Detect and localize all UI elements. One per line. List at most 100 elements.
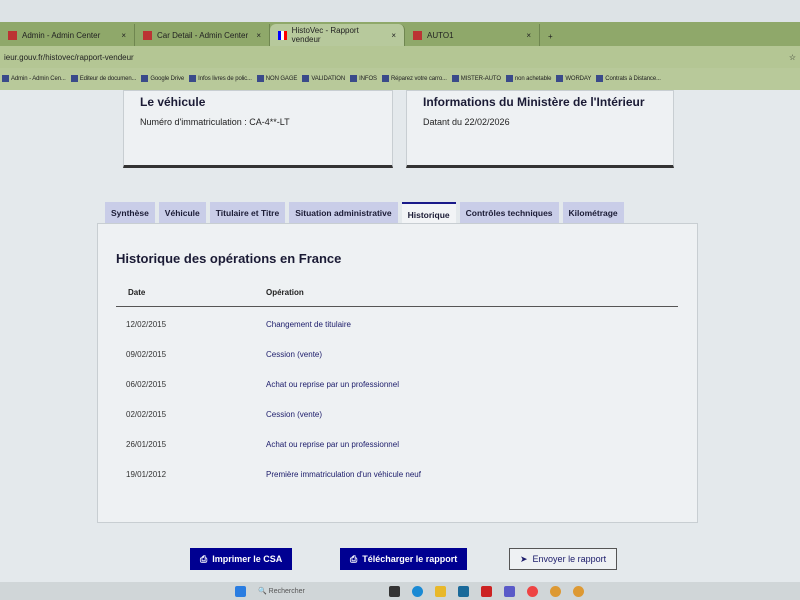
section-title: Historique des opérations en France xyxy=(116,251,342,266)
row-operation: Première immatriculation d'un véhicule n… xyxy=(266,470,421,479)
divider xyxy=(116,306,678,307)
button-label: Envoyer le rapport xyxy=(532,554,607,564)
row-operation: Cession (vente) xyxy=(266,350,323,359)
bookmark-label: Contrats à Distance... xyxy=(605,76,661,83)
tab-kilom-trage[interactable]: Kilométrage xyxy=(562,202,624,224)
edge-icon[interactable] xyxy=(411,585,423,597)
windows-start-icon[interactable] xyxy=(235,585,246,597)
bookmark-icon xyxy=(189,75,197,83)
search-placeholder: Rechercher xyxy=(268,588,305,595)
star-icon[interactable]: ☆ xyxy=(789,53,796,62)
app-icon[interactable] xyxy=(480,585,492,597)
chrome-profile-icon[interactable] xyxy=(549,585,561,597)
bookmark-icon xyxy=(505,75,513,83)
download-report-button[interactable]: ⎙ Télécharger le rapport xyxy=(340,548,468,570)
bookmark-item[interactable]: Google Drive xyxy=(141,75,185,83)
bookmark-icon xyxy=(451,75,459,83)
printer-icon: ⎙ xyxy=(350,553,358,564)
button-label: Imprimer le CSA xyxy=(212,554,283,564)
bookmark-label: Google Drive xyxy=(150,76,185,83)
tab-contr-les-techniques[interactable]: Contrôles techniques xyxy=(459,202,559,224)
new-tab-button[interactable]: + xyxy=(540,32,561,46)
bookmark-label: VALIDATION xyxy=(311,76,346,83)
bookmark-label: Editeur de documen... xyxy=(79,76,137,83)
browser-tab[interactable]: Admin - Admin Center × xyxy=(0,24,135,46)
browser-tab[interactable]: AUTO1 × xyxy=(405,24,540,46)
row-operation: Achat ou reprise par un professionnel xyxy=(266,440,399,449)
bookmark-item[interactable]: Réparez votre carro... xyxy=(381,75,447,83)
taskbar-search[interactable]: 🔍 Rechercher xyxy=(258,587,305,595)
browser-tab-active[interactable]: HistoVec - Rapport vendeur × xyxy=(270,24,405,46)
bookmark-label: INFOS xyxy=(359,76,377,83)
bookmark-item[interactable]: Contrats à Distance... xyxy=(596,75,661,83)
bookmark-item[interactable]: WORDAY xyxy=(556,75,592,83)
file-explorer-icon[interactable] xyxy=(434,585,446,597)
plate-number: Numéro d'immatriculation : CA-4**-LT xyxy=(140,117,290,127)
close-icon[interactable]: × xyxy=(391,31,396,40)
bookmark-label: WORDAY xyxy=(565,76,592,83)
address-bar[interactable]: ieur.gouv.fr/histovec/rapport-vendeur ☆ xyxy=(0,46,800,68)
url-text[interactable]: ieur.gouv.fr/histovec/rapport-vendeur xyxy=(4,53,134,62)
tab-label: AUTO1 xyxy=(427,30,454,40)
close-icon[interactable]: × xyxy=(526,31,531,40)
bookmark-label: MISTER-AUTO xyxy=(460,76,501,83)
tab-label: HistoVec - Rapport vendeur xyxy=(291,26,359,44)
tab-label: Admin - Admin Center xyxy=(22,30,101,40)
bookmark-icon xyxy=(302,75,310,83)
bookmark-item[interactable]: Editeur de documen... xyxy=(70,75,137,83)
page-content: Le véhicule Numéro d'immatriculation : C… xyxy=(0,90,800,582)
row-date: 12/02/2015 xyxy=(126,320,167,329)
send-icon: ➤ xyxy=(520,553,528,564)
row-date: 06/02/2015 xyxy=(126,380,167,389)
bookmark-icon xyxy=(350,75,358,83)
print-csa-button[interactable]: ⎙ Imprimer le CSA xyxy=(190,548,293,570)
bookmark-item[interactable]: MISTER-AUTO xyxy=(451,75,501,83)
browser-tab[interactable]: Car Detail - Admin Center × xyxy=(135,24,270,46)
column-header-operation: Opération xyxy=(266,288,304,297)
tab-label: Car Detail - Admin Center xyxy=(157,30,249,40)
bookmark-item[interactable]: non achetable xyxy=(505,75,552,83)
store-icon[interactable] xyxy=(457,585,469,597)
favicon-icon xyxy=(8,30,17,40)
card-title: Informations du Ministère de l'Intérieur xyxy=(423,95,645,109)
tab-synth-se[interactable]: Synthèse xyxy=(105,202,155,224)
bookmark-icon xyxy=(141,75,149,83)
bookmark-label: Admin - Admin Cen... xyxy=(11,76,66,83)
history-panel: Historique des opérations en France Date… xyxy=(97,223,698,523)
bookmark-item[interactable]: NON GAGE xyxy=(256,75,298,83)
tab-v-hicule[interactable]: Véhicule xyxy=(158,202,206,224)
bookmarks-bar: Admin - Admin Cen... Editeur de documen..… xyxy=(0,68,800,90)
bookmark-label: NON GAGE xyxy=(265,76,298,83)
bookmark-item[interactable]: INFOS xyxy=(350,75,377,83)
report-tabs: Synthèse Véhicule Titulaire et Titre Situat… xyxy=(105,202,624,224)
ministry-card: Informations du Ministère de l'Intérieur… xyxy=(406,90,674,168)
card-title: Le véhicule xyxy=(140,95,206,109)
bookmark-label: Infos livres de polic... xyxy=(198,76,252,83)
tab-titulaire-et-titre[interactable]: Titulaire et Titre xyxy=(209,202,286,224)
row-date: 26/01/2015 xyxy=(126,440,167,449)
task-view-icon[interactable] xyxy=(388,585,400,597)
send-report-button[interactable]: ➤ Envoyer le rapport xyxy=(509,548,618,570)
bookmark-item[interactable]: VALIDATION xyxy=(302,75,346,83)
bookmark-item[interactable]: Infos livres de polic... xyxy=(189,75,252,83)
tab-historique[interactable]: Historique xyxy=(401,202,456,224)
chrome-profile-icon[interactable] xyxy=(572,585,584,597)
bookmark-label: Réparez votre carro... xyxy=(390,76,447,83)
bookmark-icon xyxy=(381,75,389,83)
close-icon[interactable]: × xyxy=(121,31,126,40)
browser-tab-bar: Admin - Admin Center × Car Detail - Admin… xyxy=(0,22,800,46)
close-icon[interactable]: × xyxy=(256,31,261,40)
bookmark-icon xyxy=(556,75,564,83)
chrome-icon[interactable] xyxy=(526,585,538,597)
bookmark-icon xyxy=(256,75,264,83)
favicon-icon xyxy=(143,30,152,40)
teams-icon[interactable] xyxy=(503,585,515,597)
flag-icon xyxy=(278,30,287,40)
bookmark-item[interactable]: Admin - Admin Cen... xyxy=(2,75,66,83)
row-date: 19/01/2012 xyxy=(126,470,167,479)
bookmark-label: non achetable xyxy=(514,76,552,83)
tab-situation-administrative[interactable]: Situation administrative xyxy=(289,202,398,224)
vehicle-card: Le véhicule Numéro d'immatriculation : C… xyxy=(123,90,393,168)
row-operation: Cession (vente) xyxy=(266,410,323,419)
button-label: Télécharger le rapport xyxy=(362,554,458,564)
